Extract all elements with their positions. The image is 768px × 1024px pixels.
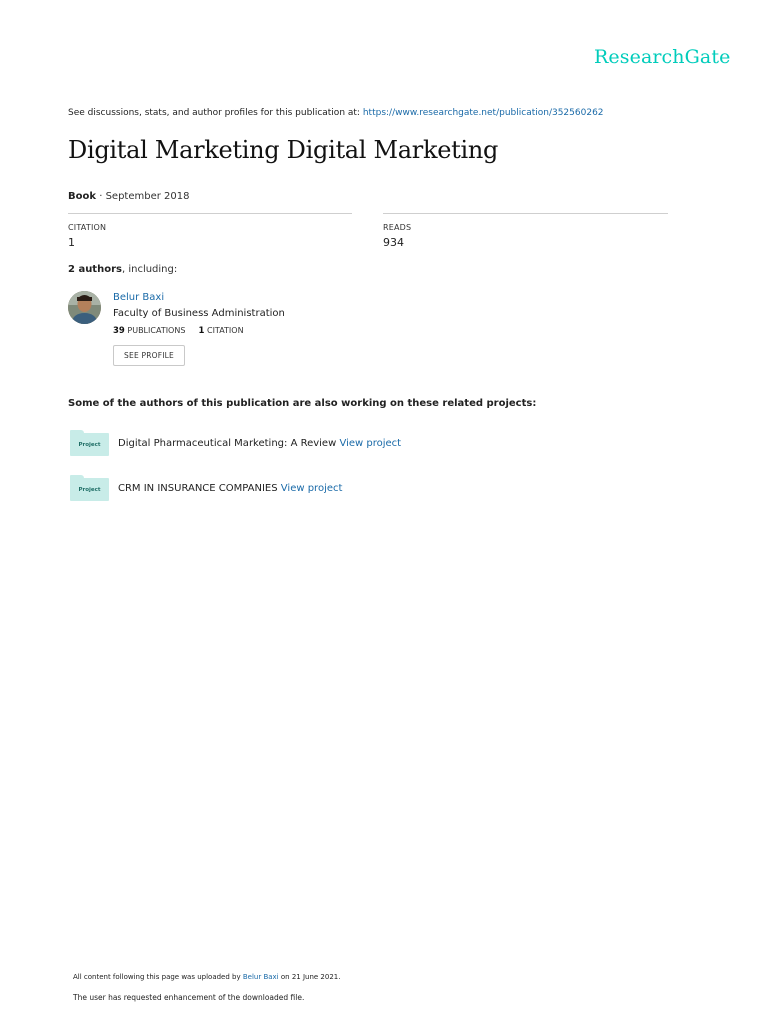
author-publications-count: 39 [113,326,125,336]
uploader-link[interactable]: Belur Baxi [243,973,279,981]
enhancement-notice: The user has requested enhancement of th… [73,993,305,1002]
citation-divider [68,213,352,214]
author-affiliation: Faculty of Business Administration [113,308,285,319]
discussions-line: See discussions, stats, and author profi… [68,108,604,118]
publication-type: Book [68,191,97,202]
citation-label: CITATION [68,223,107,232]
reads-value: 934 [383,236,404,249]
project-row: Project CRM IN INSURANCE COMPANIES View … [70,474,342,502]
author-citations-count: 1 [198,326,205,336]
project-title: Digital Pharmaceutical Marketing: A Revi… [118,437,337,449]
author-citations-label: CITATION [206,326,244,335]
project-entry: CRM IN INSURANCE COMPANIES View project [118,483,342,494]
researchgate-logo[interactable]: ResearchGate [594,46,730,68]
project-icon-label: Project [70,478,109,501]
related-projects-heading: Some of the authors of this publication … [68,398,537,409]
authors-including: , including: [121,264,178,275]
author-name-link[interactable]: Belur Baxi [113,292,164,303]
upload-note: All content following this page was uplo… [73,973,340,981]
publication-meta: Book · September 2018 [68,191,189,202]
discussions-text: See discussions, stats, and author profi… [68,108,360,118]
authors-count: 2 authors [68,264,122,275]
upload-prefix: All content following this page was uplo… [73,973,241,981]
project-folder-icon: Project [70,475,109,501]
reads-label: READS [383,223,412,232]
upload-suffix: on 21 June 2021. [280,973,341,981]
project-folder-icon: Project [70,430,109,456]
project-title: CRM IN INSURANCE COMPANIES [118,482,278,494]
view-project-link[interactable]: View project [339,438,401,449]
author-stats: 39 PUBLICATIONS 1 CITATION [113,326,244,336]
see-profile-button[interactable]: SEE PROFILE [113,345,185,366]
citation-value: 1 [68,236,75,249]
project-icon-label: Project [70,433,109,456]
reads-divider [383,213,668,214]
project-entry: Digital Pharmaceutical Marketing: A Revi… [118,438,401,449]
publication-date: September 2018 [105,191,190,202]
publication-title: Digital Marketing Digital Marketing [68,136,499,164]
project-row: Project Digital Pharmaceutical Marketing… [70,429,401,457]
author-publications-label: PUBLICATIONS [127,326,186,335]
author-avatar[interactable] [68,291,101,324]
author-photo [68,291,101,324]
authors-summary: 2 authors, including: [68,264,177,275]
publication-url-link[interactable]: https://www.researchgate.net/publication… [363,108,604,118]
view-project-link[interactable]: View project [281,483,343,494]
meta-separator: · [96,191,106,202]
